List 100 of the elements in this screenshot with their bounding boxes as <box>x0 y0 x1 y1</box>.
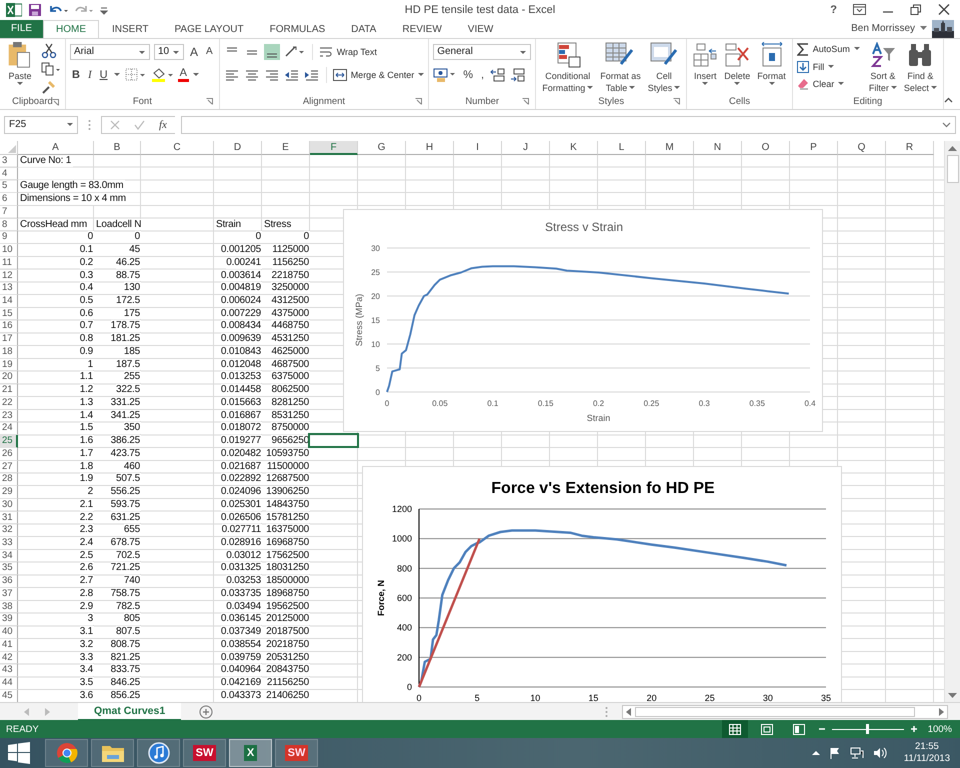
dialog-launcher-icon[interactable] <box>415 98 422 105</box>
row-header[interactable]: 44 <box>0 677 18 690</box>
name-box[interactable]: F25 <box>4 116 78 134</box>
horizontal-scrollbar[interactable] <box>622 704 948 719</box>
slider-thumb[interactable] <box>866 724 870 734</box>
new-sheet-icon[interactable] <box>199 704 214 719</box>
horizontal-align-icon[interactable] <box>244 68 260 82</box>
row-header[interactable]: 19 <box>0 358 18 372</box>
caret-icon[interactable] <box>114 72 120 77</box>
selected-cell[interactable] <box>308 433 359 448</box>
shrink-font-button[interactable]: A <box>204 46 215 58</box>
row-header[interactable]: 12 <box>0 270 18 282</box>
taskbar-button[interactable]: SW <box>275 739 318 768</box>
autosum-button[interactable]: AutoSum <box>796 42 860 56</box>
close-icon[interactable] <box>938 4 950 16</box>
dialog-launcher-icon[interactable] <box>673 98 680 105</box>
row-header[interactable]: 37 <box>0 588 18 601</box>
format-as-table-button[interactable]: Format as Table <box>598 42 643 94</box>
row-header[interactable]: 26 <box>0 448 18 461</box>
column-header[interactable]: A <box>18 140 94 155</box>
normal-view-button[interactable] <box>722 720 748 738</box>
row-header[interactable]: 17 <box>0 333 18 346</box>
cell-styles-button[interactable]: Cell Styles <box>646 42 682 94</box>
fill-button[interactable]: Fill <box>796 60 834 73</box>
scroll-up-icon[interactable] <box>948 144 957 151</box>
row-header[interactable]: 11 <box>0 256 18 270</box>
currency-icon[interactable] <box>433 66 458 83</box>
column-header[interactable]: K <box>550 140 598 155</box>
column-header[interactable]: J <box>502 140 550 155</box>
row-header[interactable]: 43 <box>0 664 18 678</box>
fill-color-icon[interactable] <box>150 66 174 83</box>
row-header[interactable]: 9 <box>0 231 18 244</box>
row-header[interactable]: 33 <box>0 536 18 550</box>
check-icon[interactable] <box>134 120 145 130</box>
taskbar-button[interactable]: SW <box>183 739 226 768</box>
save-icon[interactable] <box>28 2 42 17</box>
sheet-tab[interactable]: Qmat Curves1 <box>78 702 182 721</box>
column-header[interactable]: Q <box>838 140 886 155</box>
column-header[interactable]: R <box>886 140 934 155</box>
column-header[interactable]: I <box>454 140 502 155</box>
row-header[interactable]: 38 <box>0 600 18 614</box>
clear-button[interactable]: Clear <box>796 78 844 90</box>
taskbar-button[interactable]: X <box>229 739 272 768</box>
row-header[interactable]: 18 <box>0 346 18 359</box>
caret-icon[interactable] <box>920 26 927 32</box>
copy-icon[interactable] <box>41 62 61 76</box>
ribbon-tab[interactable]: PAGE LAYOUT <box>162 20 257 38</box>
row-header[interactable]: 28 <box>0 473 18 486</box>
row-header[interactable]: 25 <box>0 435 18 448</box>
row-header[interactable]: 42 <box>0 652 18 664</box>
row-header[interactable]: 36 <box>0 575 18 588</box>
insert-function-button[interactable]: fx <box>159 118 167 131</box>
row-header[interactable]: 22 <box>0 396 18 410</box>
font-name-field[interactable]: Arial <box>70 44 150 60</box>
help-button[interactable]: ? <box>830 4 837 16</box>
row-header[interactable]: 40 <box>0 626 18 639</box>
row-header[interactable]: 39 <box>0 613 18 626</box>
comma-button[interactable]: , <box>479 68 486 81</box>
row-header[interactable]: 15 <box>0 308 18 320</box>
font-color-button[interactable]: A <box>178 68 189 82</box>
underline-button[interactable]: U <box>98 68 110 81</box>
increase-decimal-icon[interactable] <box>490 68 506 82</box>
font-size-field[interactable]: 10 <box>154 44 184 60</box>
format-button[interactable]: Format <box>755 42 788 86</box>
flag-icon[interactable] <box>828 747 841 760</box>
user-name[interactable]: Ben Morrissey <box>851 23 915 34</box>
scroll-down-icon[interactable] <box>948 692 957 699</box>
clock-time[interactable]: 21:55 <box>915 741 939 754</box>
column-header[interactable]: F <box>310 140 358 155</box>
row-header[interactable]: 23 <box>0 410 18 422</box>
ribbon-display-icon[interactable] <box>853 4 866 16</box>
bold-button[interactable]: B <box>70 68 82 81</box>
scroll-right-icon[interactable] <box>938 708 944 716</box>
delete-button[interactable]: Delete <box>722 42 752 86</box>
line-chart[interactable]: Force v's Extension fo HD PE 0 200 400 600 800 1000 1200 0 5 10 15 20 25 30 35 Force, N <box>362 466 842 702</box>
taskbar-button[interactable] <box>91 739 134 768</box>
ribbon-tab[interactable]: INSERT <box>99 20 162 38</box>
increase-indent-icon[interactable] <box>304 68 320 82</box>
format-painter-icon[interactable] <box>41 78 57 95</box>
file-tab[interactable]: FILE <box>0 20 43 38</box>
insert-button[interactable]: Insert <box>691 42 720 86</box>
row-header[interactable]: 41 <box>0 638 18 652</box>
column-header[interactable]: E <box>262 140 310 155</box>
row-header[interactable]: 4 <box>0 168 18 180</box>
scroll-thumb[interactable] <box>946 154 958 183</box>
column-header[interactable]: D <box>214 140 262 155</box>
row-header[interactable]: 16 <box>0 320 18 334</box>
row-header[interactable]: 32 <box>0 524 18 537</box>
row-header[interactable]: 31 <box>0 512 18 524</box>
percent-button[interactable]: % <box>461 68 475 81</box>
row-header[interactable]: 20 <box>0 371 18 384</box>
row-header[interactable]: 30 <box>0 498 18 512</box>
column-header[interactable]: L <box>598 140 646 155</box>
vertical-align-icon[interactable] <box>264 44 280 60</box>
ribbon-tab[interactable]: HOME <box>43 20 99 38</box>
expand-icon[interactable] <box>942 122 951 128</box>
collapse-ribbon-icon[interactable] <box>944 96 953 103</box>
column-header[interactable]: O <box>742 140 790 155</box>
network-icon[interactable] <box>850 747 864 760</box>
zoom-in-icon[interactable] <box>910 725 918 734</box>
